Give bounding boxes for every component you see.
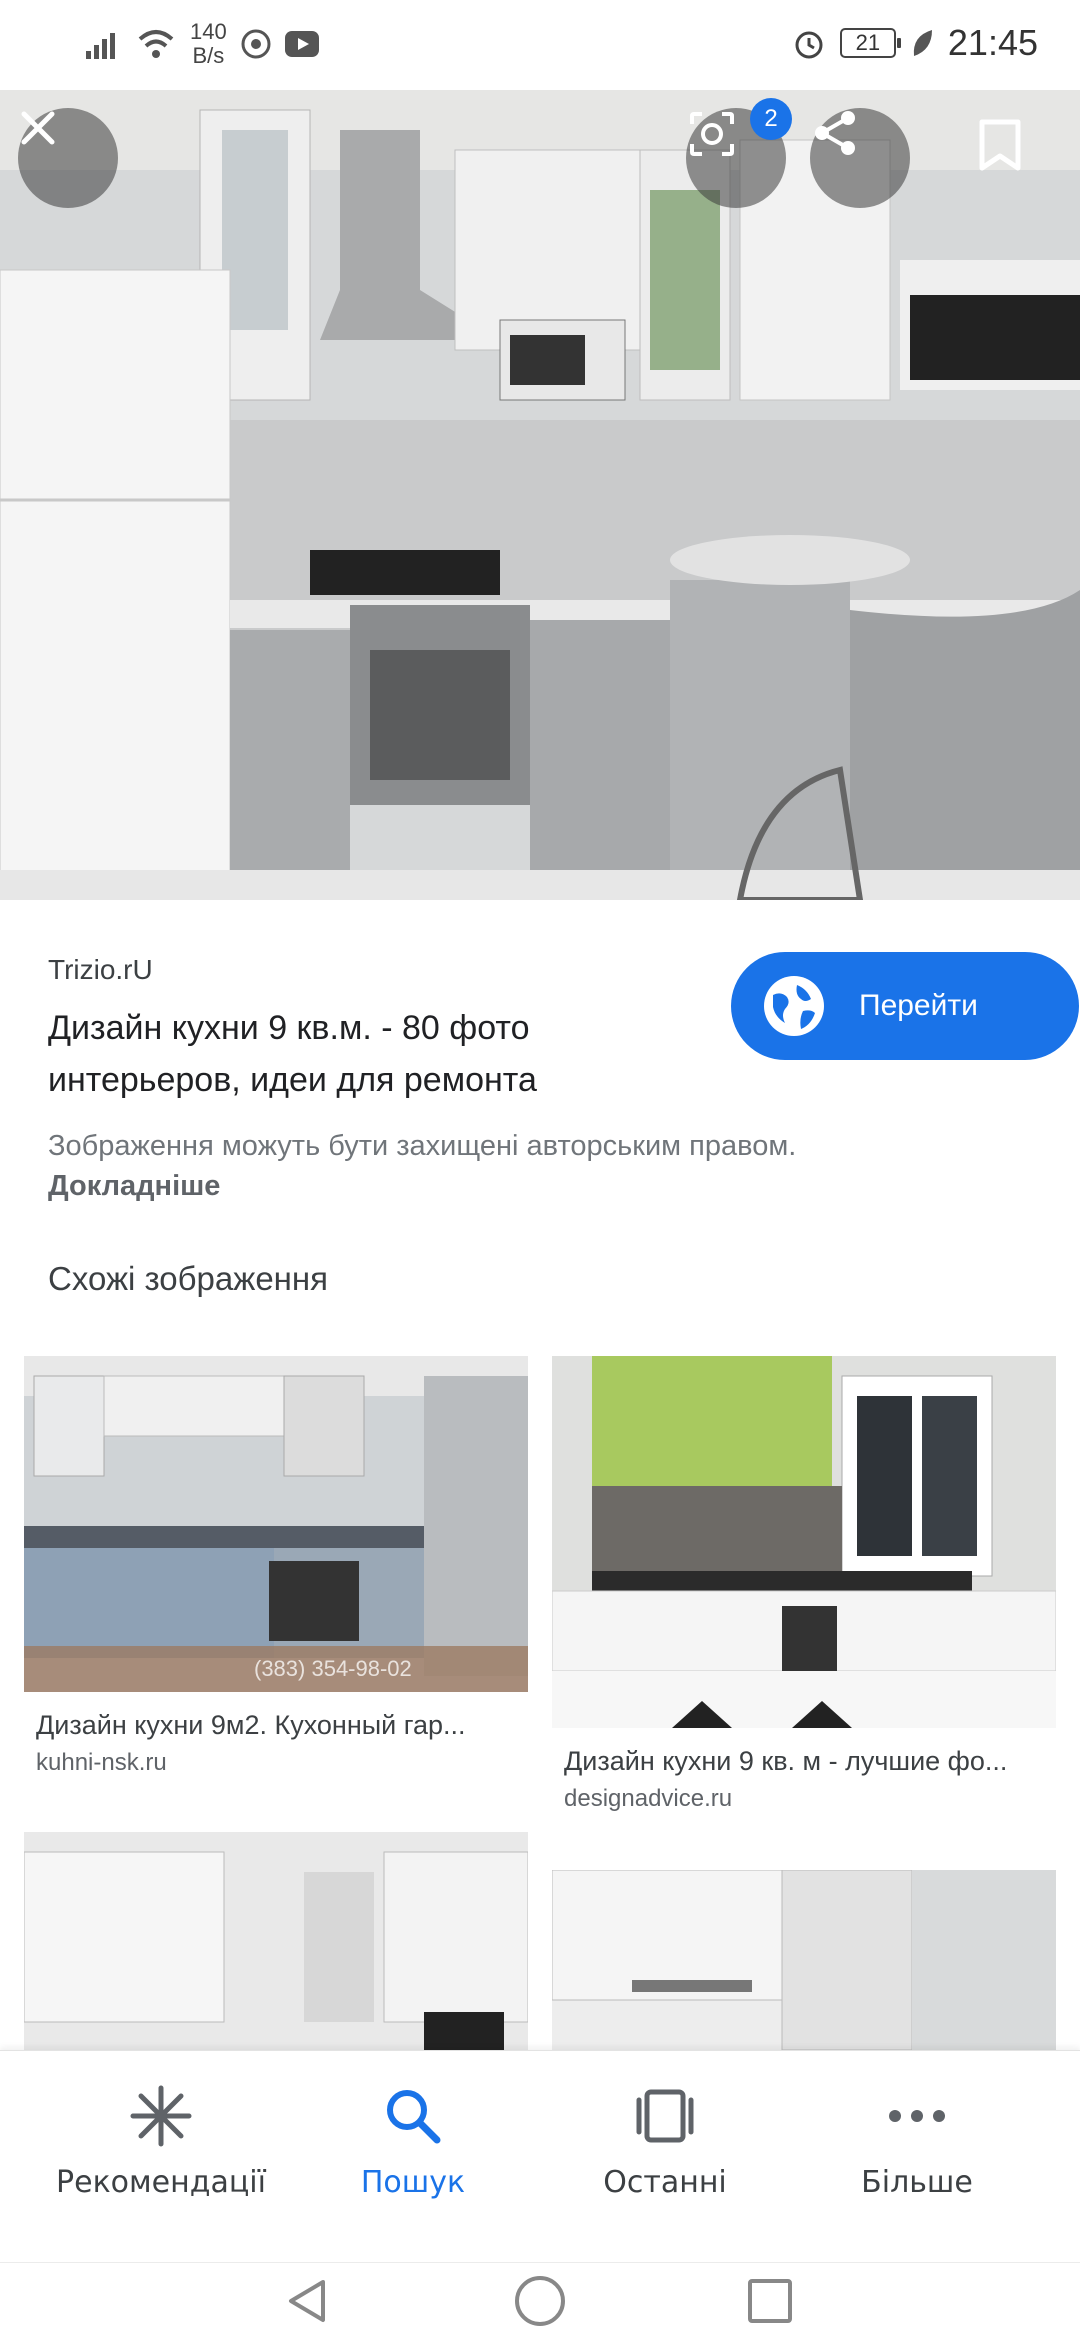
lens-button[interactable]: 2 bbox=[686, 98, 792, 208]
battery-indicator: 21 bbox=[839, 28, 901, 58]
nav-label: Більше bbox=[861, 2165, 973, 2200]
similar-card[interactable]: Дизайн кухни 9 кв. м - лучшие фо... desi… bbox=[552, 1356, 1056, 1826]
save-button[interactable] bbox=[978, 118, 1058, 208]
similar-thumbnail bbox=[552, 1356, 1056, 1728]
nav-recent[interactable]: Останні bbox=[530, 2081, 800, 2200]
system-navigation bbox=[0, 2262, 1080, 2340]
share-icon bbox=[815, 111, 855, 155]
back-button[interactable] bbox=[278, 2271, 338, 2331]
nav-label: Останні bbox=[603, 2165, 727, 2200]
learn-more-link[interactable]: Докладніше bbox=[48, 1166, 1008, 1206]
close-button[interactable] bbox=[18, 108, 118, 208]
home-button[interactable] bbox=[510, 2271, 570, 2331]
recents-button[interactable] bbox=[740, 2271, 800, 2331]
chrome-icon bbox=[241, 29, 271, 59]
bottom-navigation: Рекомендації Пошук Останні Більше bbox=[0, 2050, 1080, 2262]
signal-icon bbox=[86, 33, 115, 59]
nav-search[interactable]: Пошук bbox=[278, 2081, 548, 2200]
globe-icon bbox=[764, 976, 824, 1036]
alarm-icon bbox=[795, 31, 823, 59]
recent-icon bbox=[636, 2089, 694, 2143]
wifi-icon bbox=[138, 30, 174, 58]
asterisk-icon bbox=[130, 2085, 192, 2147]
youtube-icon bbox=[284, 31, 319, 57]
leaf-icon bbox=[913, 30, 932, 56]
similar-thumbnail bbox=[552, 1870, 1056, 2050]
nav-label: Рекомендації bbox=[56, 2165, 266, 2200]
back-icon bbox=[289, 2280, 325, 2322]
overview-icon bbox=[748, 2279, 792, 2323]
similar-domain: designadvice.ru bbox=[564, 1785, 733, 1812]
close-icon bbox=[21, 111, 55, 145]
visit-button-label: Перейти bbox=[859, 989, 978, 1022]
bookmark-icon bbox=[979, 119, 1021, 171]
watermark-text: (383) 354-98-02 bbox=[254, 1656, 412, 1681]
share-button[interactable] bbox=[810, 108, 910, 208]
more-icon bbox=[889, 2110, 945, 2122]
similar-card[interactable]: (383) 354-98-02 Дизайн кухни 9м2. Кухонн… bbox=[24, 1356, 528, 1786]
main-image[interactable]: 2 bbox=[0, 90, 1080, 900]
source-name[interactable]: Trizio.rU bbox=[48, 954, 153, 986]
copyright-notice: Зображення можуть бути захищені авторськ… bbox=[48, 1126, 1008, 1206]
lens-icon bbox=[690, 112, 734, 156]
similar-card[interactable] bbox=[24, 1832, 528, 2050]
nav-label: Пошук bbox=[360, 2165, 466, 2200]
similar-thumbnail: (383) 354-98-02 bbox=[24, 1356, 528, 1692]
visit-button[interactable]: Перейти bbox=[731, 952, 1079, 1060]
copyright-text: Зображення можуть бути захищені авторськ… bbox=[48, 1130, 797, 1162]
clock: 21:45 bbox=[947, 22, 1038, 63]
similar-card[interactable] bbox=[552, 1870, 1056, 2050]
net-speed: 140 B/s bbox=[190, 19, 227, 68]
similar-caption: Дизайн кухни 9 кв. м - лучшие фо... bbox=[564, 1746, 1008, 1776]
lens-badge: 2 bbox=[750, 98, 792, 140]
search-icon bbox=[387, 2090, 441, 2144]
nav-more[interactable]: Більше bbox=[782, 2081, 1052, 2200]
kitchen-photo bbox=[0, 90, 1080, 900]
similar-thumbnail bbox=[24, 1832, 528, 2050]
similar-caption: Дизайн кухни 9м2. Кухонный гар... bbox=[36, 1710, 466, 1740]
home-icon bbox=[515, 2276, 565, 2326]
similar-images-heading: Схожі зображення bbox=[48, 1260, 328, 1297]
status-bar: 140 B/s 21 21:45 bbox=[0, 0, 1080, 90]
similar-domain: kuhni-nsk.ru bbox=[36, 1749, 167, 1776]
result-title[interactable]: Дизайн кухни 9 кв.м. - 80 фото интерьеро… bbox=[48, 1002, 668, 1106]
nav-recommendations[interactable]: Рекомендації bbox=[26, 2081, 296, 2200]
